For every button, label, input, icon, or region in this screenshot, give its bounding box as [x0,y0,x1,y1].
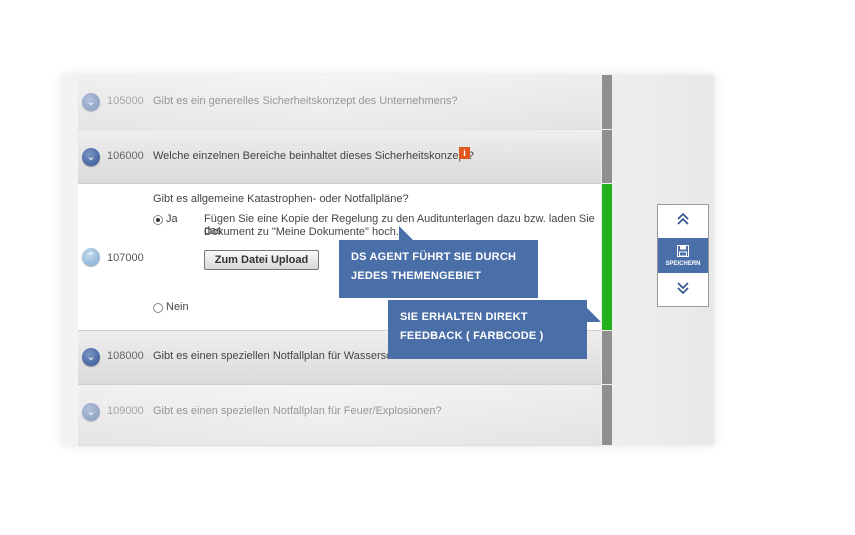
question-number: 108000 [107,350,144,362]
chevron-down-icon[interactable]: ⌄ [82,148,100,166]
chevron-down-icon[interactable] [658,274,708,306]
save-label: SPEICHERN [665,261,701,267]
question-number: 109000 [107,405,144,417]
instruction-text-line2: Dokument zu "Meine Dokumente" hoch. [204,226,399,238]
question-row-109000[interactable]: ⌄ 109000 Gibt es einen speziellen Notfal… [78,385,601,446]
callout-feedback-line2: FEEDBACK ( FARBCODE ) [400,330,544,342]
question-number: 107000 [107,252,144,264]
chevron-up-icon[interactable] [658,205,708,237]
question-text: Welche einzelnen Bereiche beinhaltet die… [153,150,474,162]
question-text: Gibt es einen speziellen Notfallplan für… [153,405,442,417]
callout-guidance: DS AGENT FÜHRT SIE DURCH JEDES THEMENGEB… [339,226,538,298]
callout-tail [399,226,413,240]
callout-feedback-line1: SIE ERHALTEN DIREKT [400,311,528,323]
question-number: 105000 [107,95,144,107]
chevron-down-icon[interactable]: ⌄ [82,403,100,421]
info-icon[interactable]: i [459,147,470,159]
chevron-down-icon[interactable]: ⌄ [82,93,100,111]
callout-guidance-line2: JEDES THEMENGEBIET [351,270,482,282]
chevron-up-icon[interactable]: ⌃ [82,248,100,266]
upload-button[interactable]: Zum Datei Upload [204,250,319,270]
double-chevron-down-icon [677,282,689,295]
status-bar-108000 [602,331,612,384]
option-yes-label: Ja [166,213,178,225]
radio-no[interactable] [153,303,163,313]
question-number: 106000 [107,150,144,162]
double-chevron-up-icon [677,212,689,225]
status-bar-109000 [602,385,612,445]
question-text: Gibt es allgemeine Katastrophen- oder No… [153,193,409,205]
radio-yes[interactable] [153,215,163,225]
callout-feedback: SIE ERHALTEN DIREKT FEEDBACK ( FARBCODE … [388,300,601,359]
option-no-label: Nein [166,301,189,313]
status-bar-106000 [602,130,612,183]
floppy-disk-icon [677,245,689,257]
chevron-down-icon[interactable]: ⌄ [82,348,100,366]
question-row-105000[interactable]: ⌄ 105000 Gibt es ein generelles Sicherhe… [78,75,601,130]
callout-guidance-line1: DS AGENT FÜHRT SIE DURCH [351,251,517,263]
side-navigation: SPEICHERN [657,204,709,307]
status-bar-105000 [602,75,612,129]
status-bar-107000 [602,184,612,330]
callout-tail [587,308,601,322]
question-row-106000[interactable]: ⌄ 106000 Welche einzelnen Bereiche beinh… [78,130,601,184]
save-button[interactable]: SPEICHERN [658,238,708,273]
question-text: Gibt es ein generelles Sicherheitskonzep… [153,95,458,107]
